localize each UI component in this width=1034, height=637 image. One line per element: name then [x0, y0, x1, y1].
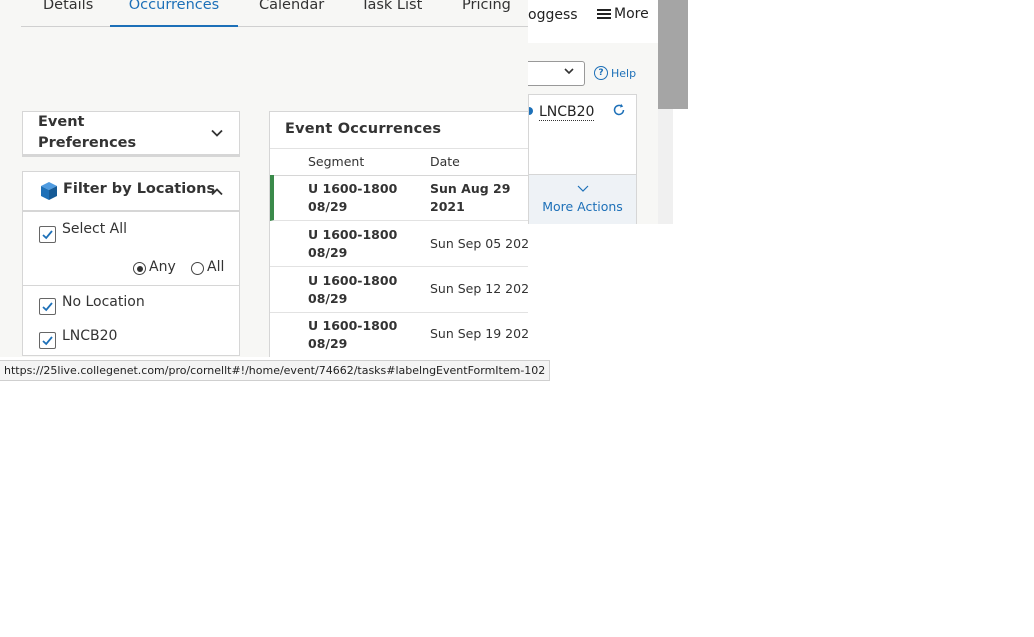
- tab-pricing[interactable]: Pricing: [462, 0, 511, 25]
- event-preferences-title: Event Preferences: [38, 112, 158, 154]
- location-card: LNCB20 More Actions: [528, 94, 637, 224]
- location-label-no-location: No Location: [62, 294, 145, 310]
- background-event-window: oggess More ? Help LNCB20 More Actions: [510, 0, 688, 224]
- table-row[interactable]: U 1600-1800 08/29 Sun Sep 19 2021: [270, 312, 528, 357]
- segment-line2: 08/29: [308, 336, 348, 351]
- filter-by-locations-card: Filter by Locations Select All Any All N…: [22, 171, 240, 356]
- top-nav-bar: oggess More: [510, 0, 658, 43]
- match-any-label: Any: [149, 259, 176, 275]
- checkmark-icon: [42, 230, 53, 240]
- event-occurrences-title: Event Occurrences: [285, 121, 442, 137]
- select-all-label: Select All: [62, 221, 127, 237]
- segment-line1: U 1600-1800: [308, 227, 398, 242]
- location-checkbox-lncb20[interactable]: [39, 332, 56, 349]
- user-name-link[interactable]: oggess: [528, 7, 578, 23]
- table-row[interactable]: U 1600-1800 08/29 Sun Sep 12 2021: [270, 267, 528, 313]
- more-menu-label: More: [614, 6, 649, 22]
- tab-calendar[interactable]: Calendar: [259, 0, 324, 25]
- date-cell: Sun Aug 29 2021: [430, 180, 510, 216]
- hamburger-icon: [597, 7, 611, 21]
- location-name-link[interactable]: LNCB20: [539, 104, 595, 121]
- location-label-lncb20: LNCB20: [62, 328, 118, 344]
- select-all-checkbox[interactable]: [39, 226, 56, 243]
- tab-details[interactable]: Details: [43, 0, 93, 25]
- segment-line1: U 1600-1800: [308, 181, 398, 196]
- table-row[interactable]: U 1600-1800 08/29 Sun Aug 29 2021: [270, 175, 528, 221]
- column-header-segment[interactable]: Segment: [308, 154, 364, 169]
- event-preferences-title-line2: Preferences: [38, 135, 137, 151]
- date-cell: Sun Sep 12 2021: [430, 281, 528, 296]
- chevron-up-icon[interactable]: [210, 185, 224, 199]
- match-any-radio[interactable]: [133, 262, 146, 275]
- more-actions-button[interactable]: More Actions: [529, 174, 636, 224]
- date-line2: 2021: [430, 199, 465, 214]
- status-bar-url: https://25live.collegenet.com/pro/cornel…: [0, 360, 551, 381]
- segment-cell: U 1600-1800 08/29: [308, 180, 408, 216]
- segment-line2: 08/29: [308, 291, 348, 306]
- more-actions-label: More Actions: [542, 199, 623, 214]
- segment-cell: U 1600-1800 08/29: [308, 317, 408, 353]
- segment-line2: 08/29: [308, 245, 348, 260]
- tab-task-list[interactable]: Task List: [361, 0, 422, 25]
- filter-by-locations-header[interactable]: Filter by Locations: [23, 172, 239, 212]
- tab-occurrences[interactable]: Occurrences: [110, 0, 238, 27]
- segment-cell: U 1600-1800 08/29: [308, 226, 408, 262]
- match-all-label: All: [207, 259, 225, 275]
- filter-by-locations-title: Filter by Locations: [63, 181, 216, 197]
- chevron-down-icon[interactable]: [210, 126, 224, 140]
- checkmark-icon: [42, 302, 53, 312]
- segment-line2: 08/29: [308, 199, 348, 214]
- date-line1: Sun Aug 29: [430, 181, 511, 196]
- refresh-icon[interactable]: [612, 103, 626, 117]
- segment-line1: U 1600-1800: [308, 273, 398, 288]
- tab-bar: Details Occurrences Calendar Task List P…: [21, 0, 528, 27]
- date-cell: Sun Sep 05 2021: [430, 236, 528, 251]
- column-header-date[interactable]: Date: [430, 154, 460, 169]
- help-label: Help: [611, 66, 637, 80]
- table-row[interactable]: U 1600-1800 08/29 Sun Sep 05 2021: [270, 221, 528, 267]
- chevron-down-icon: [529, 183, 636, 196]
- checkmark-icon: [42, 336, 53, 346]
- chevron-down-icon: [563, 65, 575, 80]
- location-checkbox-no-location[interactable]: [39, 298, 56, 315]
- match-all-radio[interactable]: [191, 262, 204, 275]
- more-menu-button[interactable]: More: [597, 6, 649, 22]
- segment-cell: U 1600-1800 08/29: [308, 272, 408, 308]
- event-preferences-card[interactable]: Event Preferences: [22, 111, 240, 155]
- cube-icon: [41, 182, 57, 200]
- location-indicator-dot: [529, 107, 533, 115]
- divider: [23, 285, 239, 286]
- help-link[interactable]: ? Help: [594, 66, 636, 80]
- scrollbar-thumb[interactable]: [658, 0, 688, 109]
- date-cell: Sun Sep 19 2021: [430, 326, 528, 341]
- event-detail-panel: Details Occurrences Calendar Task List P…: [0, 0, 528, 357]
- question-circle-icon: ?: [594, 66, 608, 80]
- event-preferences-title-line1: Event: [38, 114, 85, 130]
- occurrences-table-header: Segment Date: [270, 148, 528, 176]
- segment-line1: U 1600-1800: [308, 318, 398, 333]
- event-occurrences-card: Event Occurrences Segment Date U 1600-18…: [269, 111, 528, 357]
